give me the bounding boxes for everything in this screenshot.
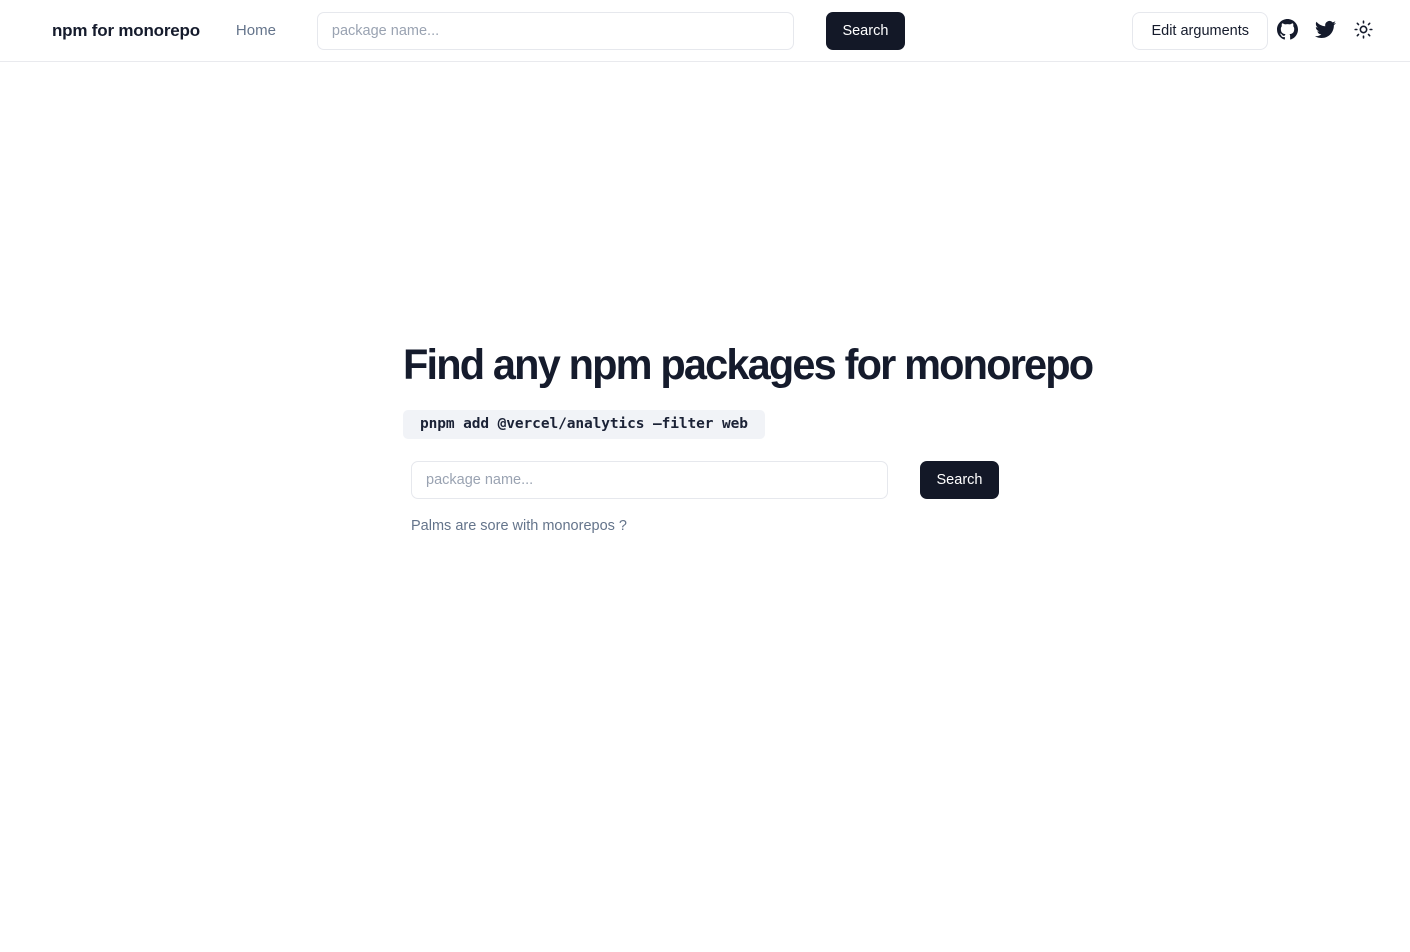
twitter-icon [1314,19,1336,43]
header-search-input[interactable] [316,11,794,50]
edit-arguments-button[interactable]: Edit arguments [1132,12,1268,50]
header-search-button[interactable]: Search [825,11,905,50]
github-icon [1276,19,1298,43]
brand-title: npm for monorepo [52,20,200,40]
main-content: Find any npm packages for monorepo pnpm … [0,62,1410,534]
page-title: Find any npm packages for monorepo [403,341,1094,389]
main-search-button[interactable]: Search [920,460,999,499]
header-actions: Edit arguments [1132,0,1382,62]
hero-note: Palms are sore with monorepos ? [411,517,627,534]
github-link-button[interactable] [1268,12,1306,50]
main-search-row: Search [411,460,1009,499]
sun-icon [1353,20,1373,42]
app-header: npm for monorepo Home Search Edit argume… [0,0,1410,62]
twitter-link-button[interactable] [1306,12,1344,50]
install-command-badge: pnpm add @vercel/analytics —filter web [403,409,765,439]
main-search-input[interactable] [411,460,888,499]
hero-block: Find any npm packages for monorepo pnpm … [401,341,1094,534]
nav-link-home[interactable]: Home [236,22,276,39]
theme-toggle-button[interactable] [1344,12,1382,50]
